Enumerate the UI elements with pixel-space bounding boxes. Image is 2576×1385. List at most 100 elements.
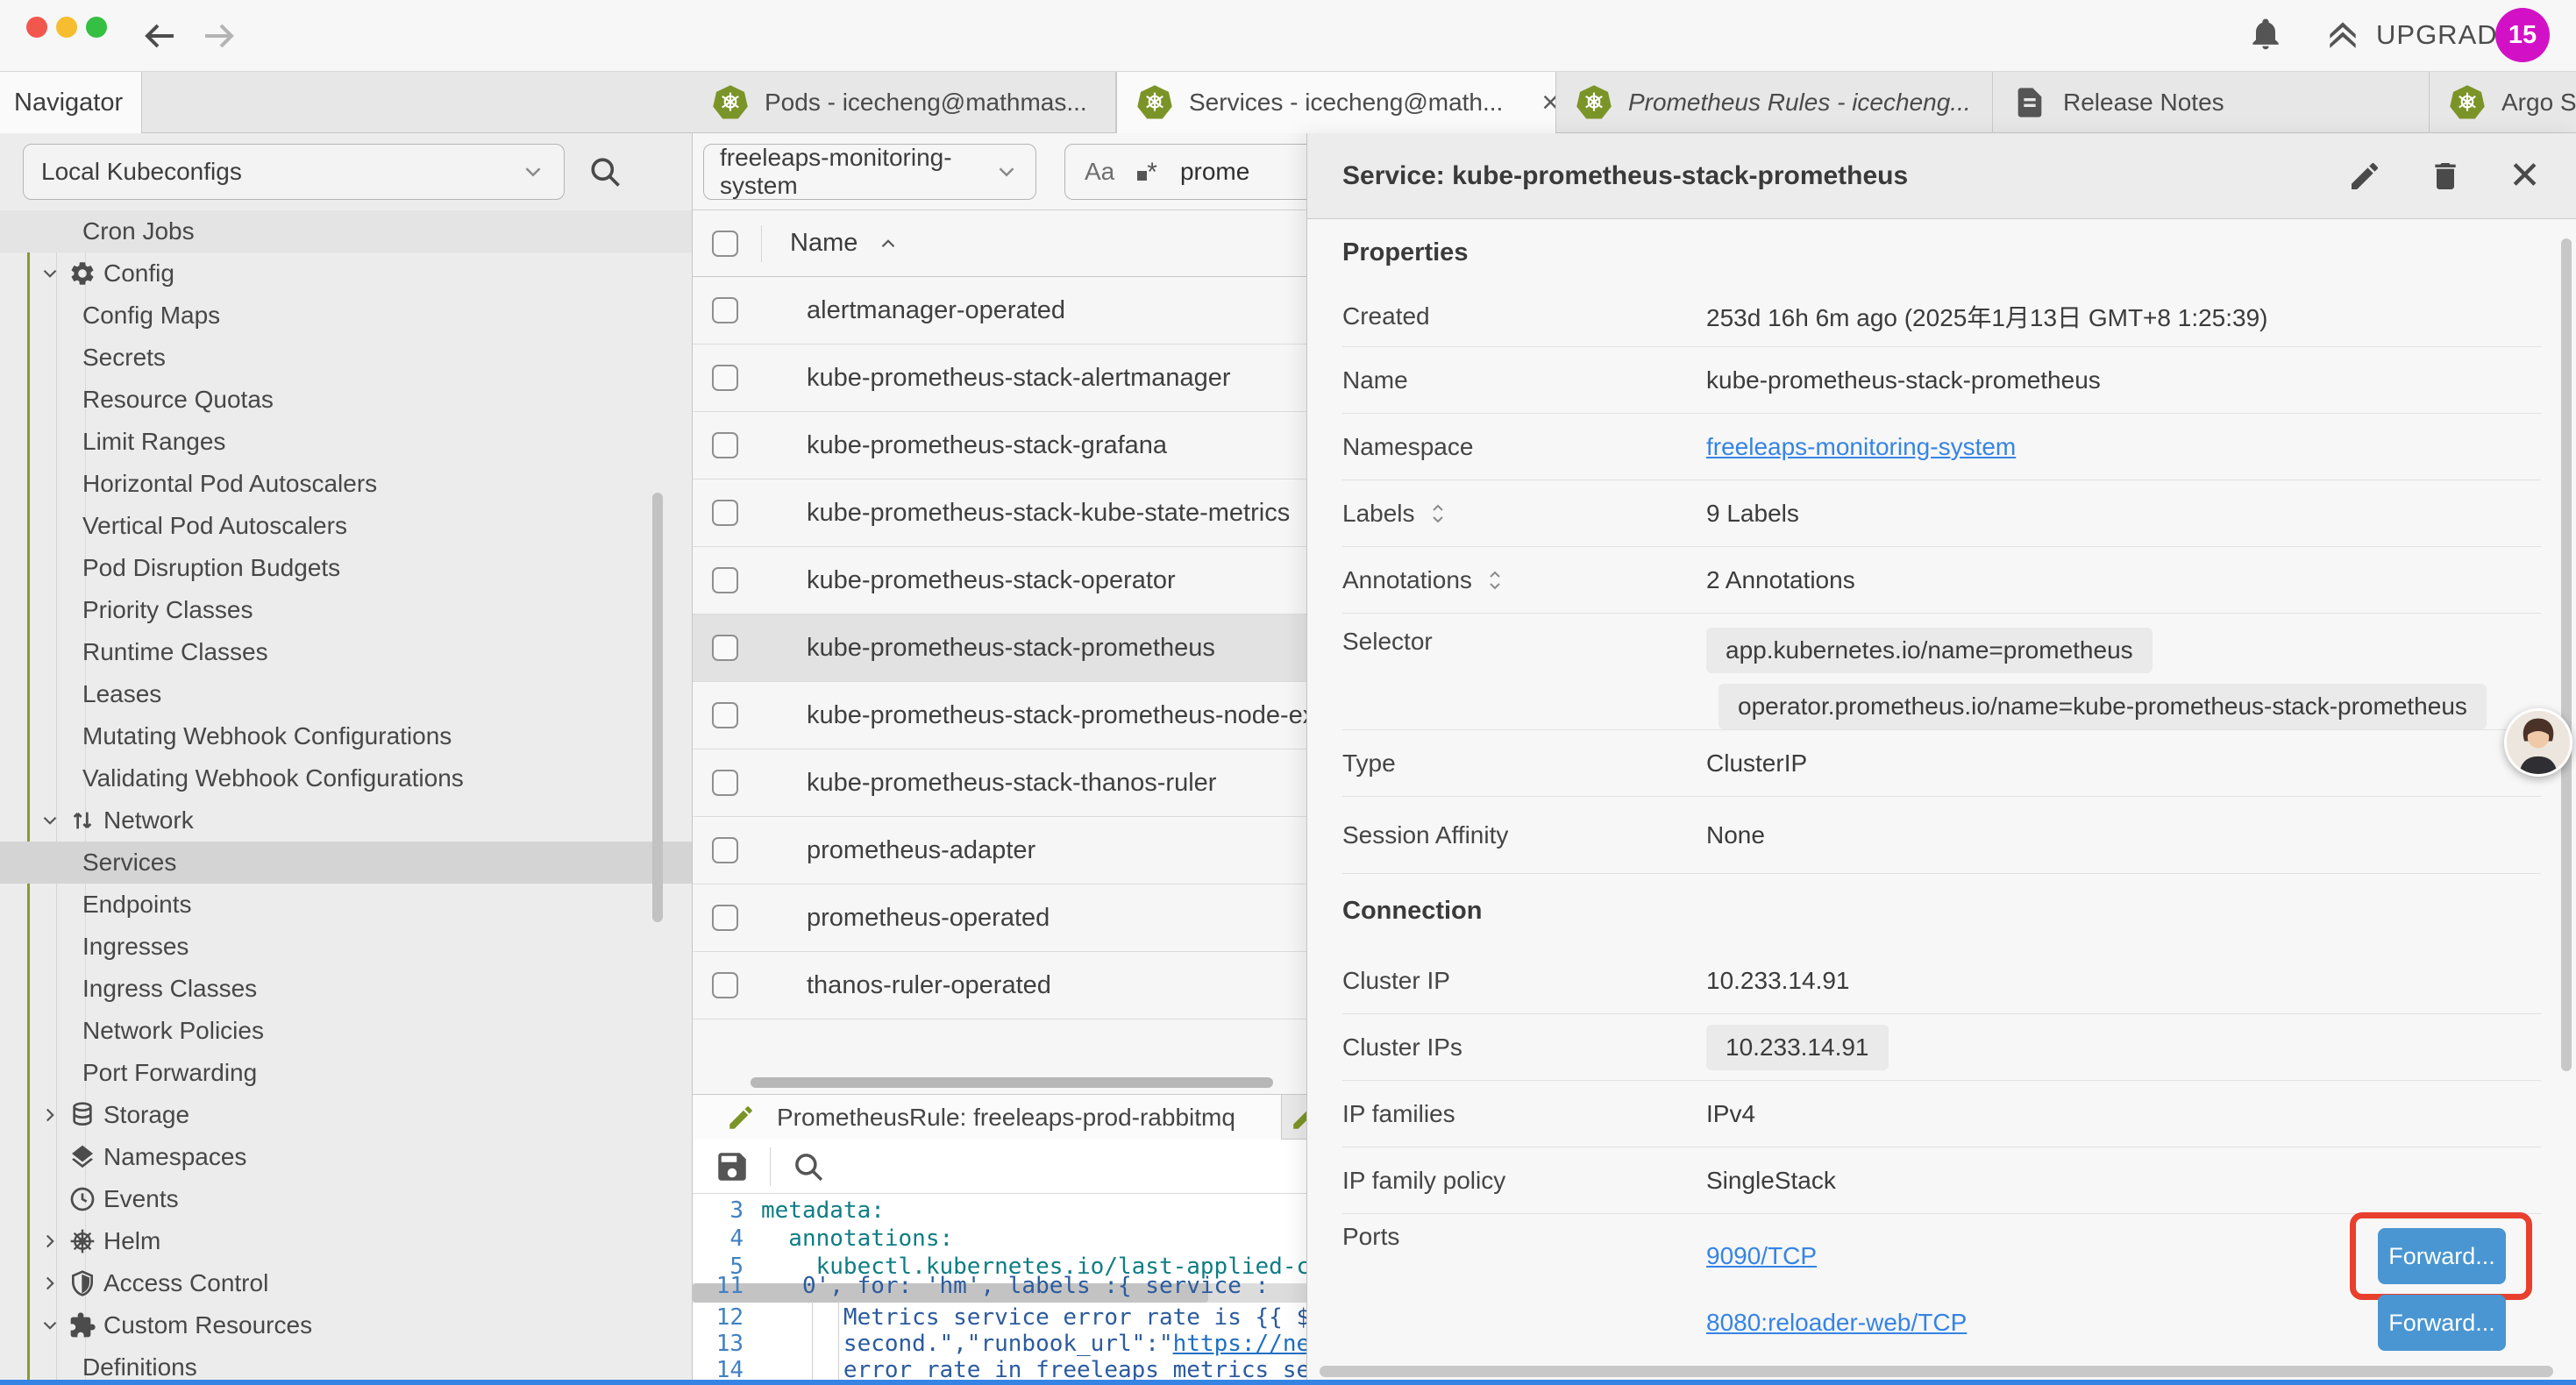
sidebar-item-secrets[interactable]: Secrets xyxy=(0,337,692,379)
sidebar-item-limit-ranges[interactable]: Limit Ranges xyxy=(0,421,692,463)
code-link[interactable]: https://net xyxy=(1173,1331,1306,1357)
chevron-down-icon[interactable] xyxy=(39,262,68,285)
kubeconfig-selector[interactable]: Local Kubeconfigs xyxy=(23,144,565,200)
table-row-kube-prometheus-stack-operator[interactable]: kube-prometheus-stack-operator xyxy=(693,547,1306,614)
chevron-right-icon[interactable] xyxy=(39,1272,68,1295)
forward-button[interactable]: Forward... xyxy=(2378,1295,2506,1351)
sidebar-item-custom-resources[interactable]: Custom Resources xyxy=(0,1304,692,1346)
sidebar-item-ingresses[interactable]: Ingresses xyxy=(0,926,692,968)
port-link[interactable]: 8080:reloader-web/TCP xyxy=(1706,1309,1967,1337)
sidebar-item-services[interactable]: Services xyxy=(0,842,692,884)
row-checkbox[interactable] xyxy=(712,297,738,323)
row-checkbox[interactable] xyxy=(712,905,738,931)
table-row-kube-prometheus-stack-grafana[interactable]: kube-prometheus-stack-grafana xyxy=(693,412,1306,479)
sidebar-item-port-forwarding[interactable]: Port Forwarding xyxy=(0,1052,692,1094)
search-input[interactable]: Aa * prome xyxy=(1064,144,1306,200)
table-row-kube-prometheus-stack-thanos-ruler[interactable]: kube-prometheus-stack-thanos-ruler xyxy=(693,749,1306,817)
scrollbar-thumb[interactable] xyxy=(751,1077,1273,1088)
namespace-link[interactable]: freeleaps-monitoring-system xyxy=(1706,433,2016,461)
sort-updown-icon[interactable] xyxy=(1427,501,1448,527)
editor-tab-partial[interactable] xyxy=(1283,1095,1306,1140)
forward-button[interactable]: Forward... xyxy=(2378,1228,2506,1284)
tab-release-notes[interactable]: Release Notes xyxy=(1993,72,2430,133)
sidebar-item-config[interactable]: Config xyxy=(0,252,692,295)
namespace-filter-dropdown[interactable]: freeleaps-monitoring-system xyxy=(703,144,1036,200)
sidebar-item-resource-quotas[interactable]: Resource Quotas xyxy=(0,379,692,421)
chevron-down-icon[interactable] xyxy=(39,809,68,832)
table-row-alertmanager-operated[interactable]: alertmanager-operated xyxy=(693,277,1306,344)
close-window-button[interactable] xyxy=(26,17,47,38)
row-checkbox[interactable] xyxy=(712,837,738,863)
editor-search-icon[interactable] xyxy=(790,1148,827,1185)
save-icon[interactable] xyxy=(714,1148,751,1185)
chevron-right-icon[interactable] xyxy=(39,1104,68,1126)
sidebar-item-events[interactable]: Events xyxy=(0,1178,692,1220)
sidebar-item-cron-jobs[interactable]: Cron Jobs xyxy=(0,210,692,252)
port-link[interactable]: 9090/TCP xyxy=(1706,1242,1817,1270)
sidebar-item-config-maps[interactable]: Config Maps xyxy=(0,295,692,337)
notifications-bell-icon[interactable] xyxy=(2246,14,2285,56)
table-row-kube-prometheus-stack-alertmanager[interactable]: kube-prometheus-stack-alertmanager xyxy=(693,344,1306,412)
sidebar-item-definitions[interactable]: Definitions xyxy=(0,1346,692,1380)
row-checkbox[interactable] xyxy=(712,567,738,593)
row-checkbox[interactable] xyxy=(712,635,738,661)
sidebar-item-horizontal-pod-autoscalers[interactable]: Horizontal Pod Autoscalers xyxy=(0,463,692,505)
panel-scrollbar-thumb[interactable] xyxy=(2561,238,2572,1071)
close-tab-icon[interactable]: × xyxy=(1541,88,1556,117)
sidebar-item-storage[interactable]: Storage xyxy=(0,1094,692,1136)
notification-count-badge[interactable]: 15 xyxy=(2495,8,2550,62)
select-all-checkbox[interactable] xyxy=(712,231,738,257)
forward-arrow-icon[interactable] xyxy=(198,15,240,57)
editor-tab-prometheusrule[interactable]: PrometheusRule: freeleaps-prod-rabbitmq xyxy=(693,1095,1282,1140)
table-row-thanos-ruler-operated[interactable]: thanos-ruler-operated xyxy=(693,952,1306,1019)
name-column-header[interactable]: Name xyxy=(790,229,857,258)
upgrade-button[interactable]: UPGRADE xyxy=(2323,14,2516,56)
maximize-window-button[interactable] xyxy=(86,17,107,38)
chevron-down-icon[interactable] xyxy=(39,1314,68,1337)
row-checkbox[interactable] xyxy=(712,702,738,728)
tab-pods[interactable]: Pods - icecheng@mathmas... xyxy=(693,72,1116,133)
row-checkbox[interactable] xyxy=(712,972,738,998)
sort-updown-icon[interactable] xyxy=(1484,567,1505,593)
sidebar-item-vertical-pod-autoscalers[interactable]: Vertical Pod Autoscalers xyxy=(0,505,692,547)
row-checkbox[interactable] xyxy=(712,432,738,458)
row-checkbox[interactable] xyxy=(712,770,738,796)
sidebar-scrollbar-thumb[interactable] xyxy=(652,493,663,922)
tab-services[interactable]: Services - icecheng@math... × xyxy=(1116,72,1556,133)
regex-toggle[interactable]: * xyxy=(1137,160,1157,184)
sidebar-item-endpoints[interactable]: Endpoints xyxy=(0,884,692,926)
close-panel-icon[interactable]: ✕ xyxy=(2508,157,2541,195)
row-checkbox[interactable] xyxy=(712,365,738,391)
sidebar-item-network[interactable]: Network xyxy=(0,799,692,842)
navigator-panel-tab[interactable]: Navigator xyxy=(0,72,142,133)
back-arrow-icon[interactable] xyxy=(139,15,181,57)
sidebar-item-network-policies[interactable]: Network Policies xyxy=(0,1010,692,1052)
sidebar-item-runtime-classes[interactable]: Runtime Classes xyxy=(0,631,692,673)
sidebar-search-icon[interactable] xyxy=(586,153,624,191)
chevron-right-icon[interactable] xyxy=(39,1230,68,1253)
yaml-editor[interactable]: 3metadata:4 annotations:5 kubectl.kubern… xyxy=(693,1194,1306,1380)
sidebar-item-leases[interactable]: Leases xyxy=(0,673,692,715)
sidebar-item-namespaces[interactable]: Namespaces xyxy=(0,1136,692,1178)
sidebar-item-priority-classes[interactable]: Priority Classes xyxy=(0,589,692,631)
delete-trash-icon[interactable] xyxy=(2428,159,2463,194)
tab-prometheus-rules[interactable]: Prometheus Rules - icecheng... xyxy=(1556,72,1993,133)
table-row-prometheus-operated[interactable]: prometheus-operated xyxy=(693,884,1306,952)
table-row-kube-prometheus-stack-prometheus-node-expor[interactable]: kube-prometheus-stack-prometheus-node-ex… xyxy=(693,682,1306,749)
table-horizontal-scrollbar[interactable] xyxy=(693,1077,1306,1090)
tab-argo[interactable]: Argo Se xyxy=(2430,72,2576,133)
minimize-window-button[interactable] xyxy=(56,17,77,38)
table-row-kube-prometheus-stack-kube-state-metrics[interactable]: kube-prometheus-stack-kube-state-metrics xyxy=(693,479,1306,547)
sort-ascending-icon[interactable] xyxy=(877,232,900,255)
assistant-avatar[interactable] xyxy=(2504,708,2572,777)
row-checkbox[interactable] xyxy=(712,500,738,526)
sidebar-item-access-control[interactable]: Access Control xyxy=(0,1262,692,1304)
panel-horizontal-scrollbar-thumb[interactable] xyxy=(1320,1366,2553,1377)
sidebar-item-validating-webhook-configurations[interactable]: Validating Webhook Configurations xyxy=(0,757,692,799)
sidebar-item-mutating-webhook-configurations[interactable]: Mutating Webhook Configurations xyxy=(0,715,692,757)
table-row-kube-prometheus-stack-prometheus[interactable]: kube-prometheus-stack-prometheus xyxy=(693,614,1306,682)
table-row-prometheus-adapter[interactable]: prometheus-adapter xyxy=(693,817,1306,884)
edit-pencil-icon[interactable] xyxy=(2347,159,2382,194)
sidebar-item-helm[interactable]: Helm xyxy=(0,1220,692,1262)
match-case-toggle[interactable]: Aa xyxy=(1085,158,1114,186)
